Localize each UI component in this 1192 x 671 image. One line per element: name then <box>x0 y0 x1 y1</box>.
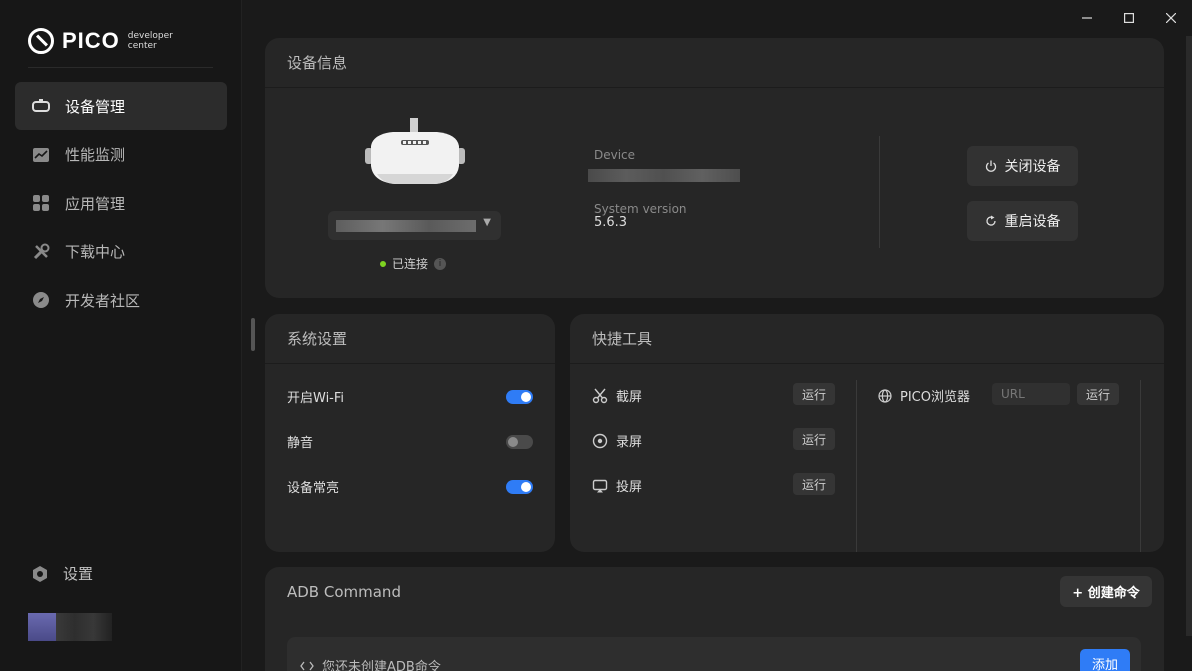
add-command-button[interactable]: 添加 <box>1080 649 1130 671</box>
device-name-redacted <box>588 169 740 182</box>
shutdown-device-button[interactable]: 关闭设备 <box>967 146 1078 186</box>
quick-tools-card: 快捷工具 截屏 运行 录屏 运行 投屏 运行 PICO浏览器 运行 <box>570 314 1164 552</box>
restart-icon <box>985 215 997 227</box>
globe-icon <box>878 388 892 403</box>
browser-label: PICO浏览器 <box>900 390 970 405</box>
minimize-button[interactable] <box>1066 0 1108 36</box>
sidebar-nav: 设备管理 性能监测 应用管理 下载中心 开发者社区 <box>15 82 227 325</box>
device-info-title: 设备信息 <box>265 38 1164 88</box>
device-info-card: 设备信息 ▼ 已连接 i Device System version 5.6.3… <box>265 38 1164 298</box>
info-icon[interactable]: i <box>434 257 447 270</box>
sidebar-item-label: 下载中心 <box>65 243 126 261</box>
adb-command-title: ADB Command <box>287 583 401 601</box>
sidebar-item-label: 设备管理 <box>65 97 126 116</box>
tool-label: 录屏 <box>616 435 643 450</box>
mute-toggle-row: 静音 <box>287 432 533 451</box>
sidebar-item-label: 应用管理 <box>65 194 126 213</box>
stay-awake-toggle-row: 设备常亮 <box>287 477 533 496</box>
code-icon <box>300 660 314 671</box>
maximize-button[interactable] <box>1108 0 1150 36</box>
panel-resize-handle[interactable] <box>251 318 255 351</box>
minimize-icon <box>1082 17 1092 19</box>
close-button[interactable] <box>1150 0 1192 36</box>
adb-empty-state: 您还未创建ADB命令 添加 <box>287 637 1141 671</box>
sidebar-item-label: 开发者社区 <box>65 291 141 310</box>
status-label: 已连接 <box>392 257 429 271</box>
divider <box>856 380 857 552</box>
headset-image <box>365 118 465 184</box>
chart-icon <box>31 145 51 165</box>
record-run-button[interactable]: 运行 <box>793 428 835 450</box>
dropdown-arrow-icon: ▼ <box>483 217 491 228</box>
settings-label: 设置 <box>63 565 94 583</box>
toggle-label: 开启Wi-Fi <box>287 391 345 406</box>
compass-icon <box>31 290 51 310</box>
wifi-toggle-row: 开启Wi-Fi <box>287 387 533 406</box>
system-version-label: System version <box>594 202 687 216</box>
device-label: Device <box>594 148 636 162</box>
shutdown-label: 关闭设备 <box>1004 159 1061 175</box>
sidebar-item-settings[interactable]: 设置 <box>31 563 93 584</box>
wifi-toggle[interactable] <box>506 389 533 404</box>
device-serial-redacted <box>336 220 476 232</box>
url-input[interactable] <box>992 383 1070 405</box>
system-settings-card: 系统设置 开启Wi-Fi 静音 设备常亮 <box>265 314 555 552</box>
cast-icon <box>592 478 608 494</box>
adb-command-card: ADB Command + 创建命令 您还未创建ADB命令 添加 <box>265 567 1164 671</box>
browser-run-button[interactable]: 运行 <box>1077 383 1119 405</box>
sidebar-item-label: 性能监测 <box>65 146 126 164</box>
record-tool: 录屏 <box>592 431 642 450</box>
restart-device-button[interactable]: 重启设备 <box>967 201 1078 241</box>
toggle-label: 设备常亮 <box>287 481 340 496</box>
mute-toggle[interactable] <box>506 434 533 449</box>
sidebar-item-device-management[interactable]: 设备管理 <box>15 82 227 130</box>
system-version-value: 5.6.3 <box>594 215 628 230</box>
sidebar: PICO developer center 设备管理 性能监测 应用管理 下载中… <box>0 0 242 671</box>
device-select[interactable]: ▼ <box>328 211 501 240</box>
pico-logo-icon <box>28 28 54 54</box>
sidebar-item-performance[interactable]: 性能监测 <box>15 131 227 179</box>
power-icon <box>985 160 997 172</box>
close-icon <box>1166 13 1176 23</box>
tools-icon <box>31 242 51 262</box>
cast-tool: 投屏 <box>592 476 642 495</box>
record-icon <box>592 433 608 449</box>
empty-text: 您还未创建ADB命令 <box>322 660 441 671</box>
screenshot-tool: 截屏 <box>592 386 642 405</box>
divider <box>1140 380 1141 552</box>
adb-empty-message: 您还未创建ADB命令 <box>300 656 441 671</box>
cast-run-button[interactable]: 运行 <box>793 473 835 495</box>
divider <box>28 67 213 68</box>
tool-label: 投屏 <box>616 480 643 495</box>
sidebar-item-download-center[interactable]: 下载中心 <box>15 228 227 276</box>
screenshot-run-button[interactable]: 运行 <box>793 383 835 405</box>
system-settings-title: 系统设置 <box>265 314 555 364</box>
sidebar-item-developer-community[interactable]: 开发者社区 <box>15 276 227 324</box>
pico-logo: PICO developer center <box>28 28 173 54</box>
tool-label: 截屏 <box>616 390 643 405</box>
connection-status: 已连接 i <box>380 255 447 272</box>
status-dot-icon <box>380 260 386 267</box>
quick-tools-title: 快捷工具 <box>570 314 1164 364</box>
create-command-button[interactable]: + 创建命令 <box>1060 576 1152 607</box>
user-avatar[interactable] <box>28 613 112 641</box>
headset-icon <box>31 96 51 116</box>
stay-awake-toggle[interactable] <box>506 479 533 494</box>
maximize-icon <box>1124 13 1134 23</box>
logo-subtitle: developer center <box>127 31 173 51</box>
restart-label: 重启设备 <box>1004 214 1061 230</box>
gear-icon <box>31 565 49 583</box>
toggle-label: 静音 <box>287 436 314 451</box>
sidebar-item-app-management[interactable]: 应用管理 <box>15 179 227 227</box>
pico-browser-tool: PICO浏览器 <box>878 386 970 405</box>
window-controls <box>1066 0 1192 36</box>
apps-grid-icon <box>31 193 51 213</box>
scrollbar[interactable] <box>1186 36 1192 636</box>
scissors-icon <box>592 388 608 404</box>
divider <box>879 136 880 248</box>
logo-text: PICO <box>62 28 120 53</box>
